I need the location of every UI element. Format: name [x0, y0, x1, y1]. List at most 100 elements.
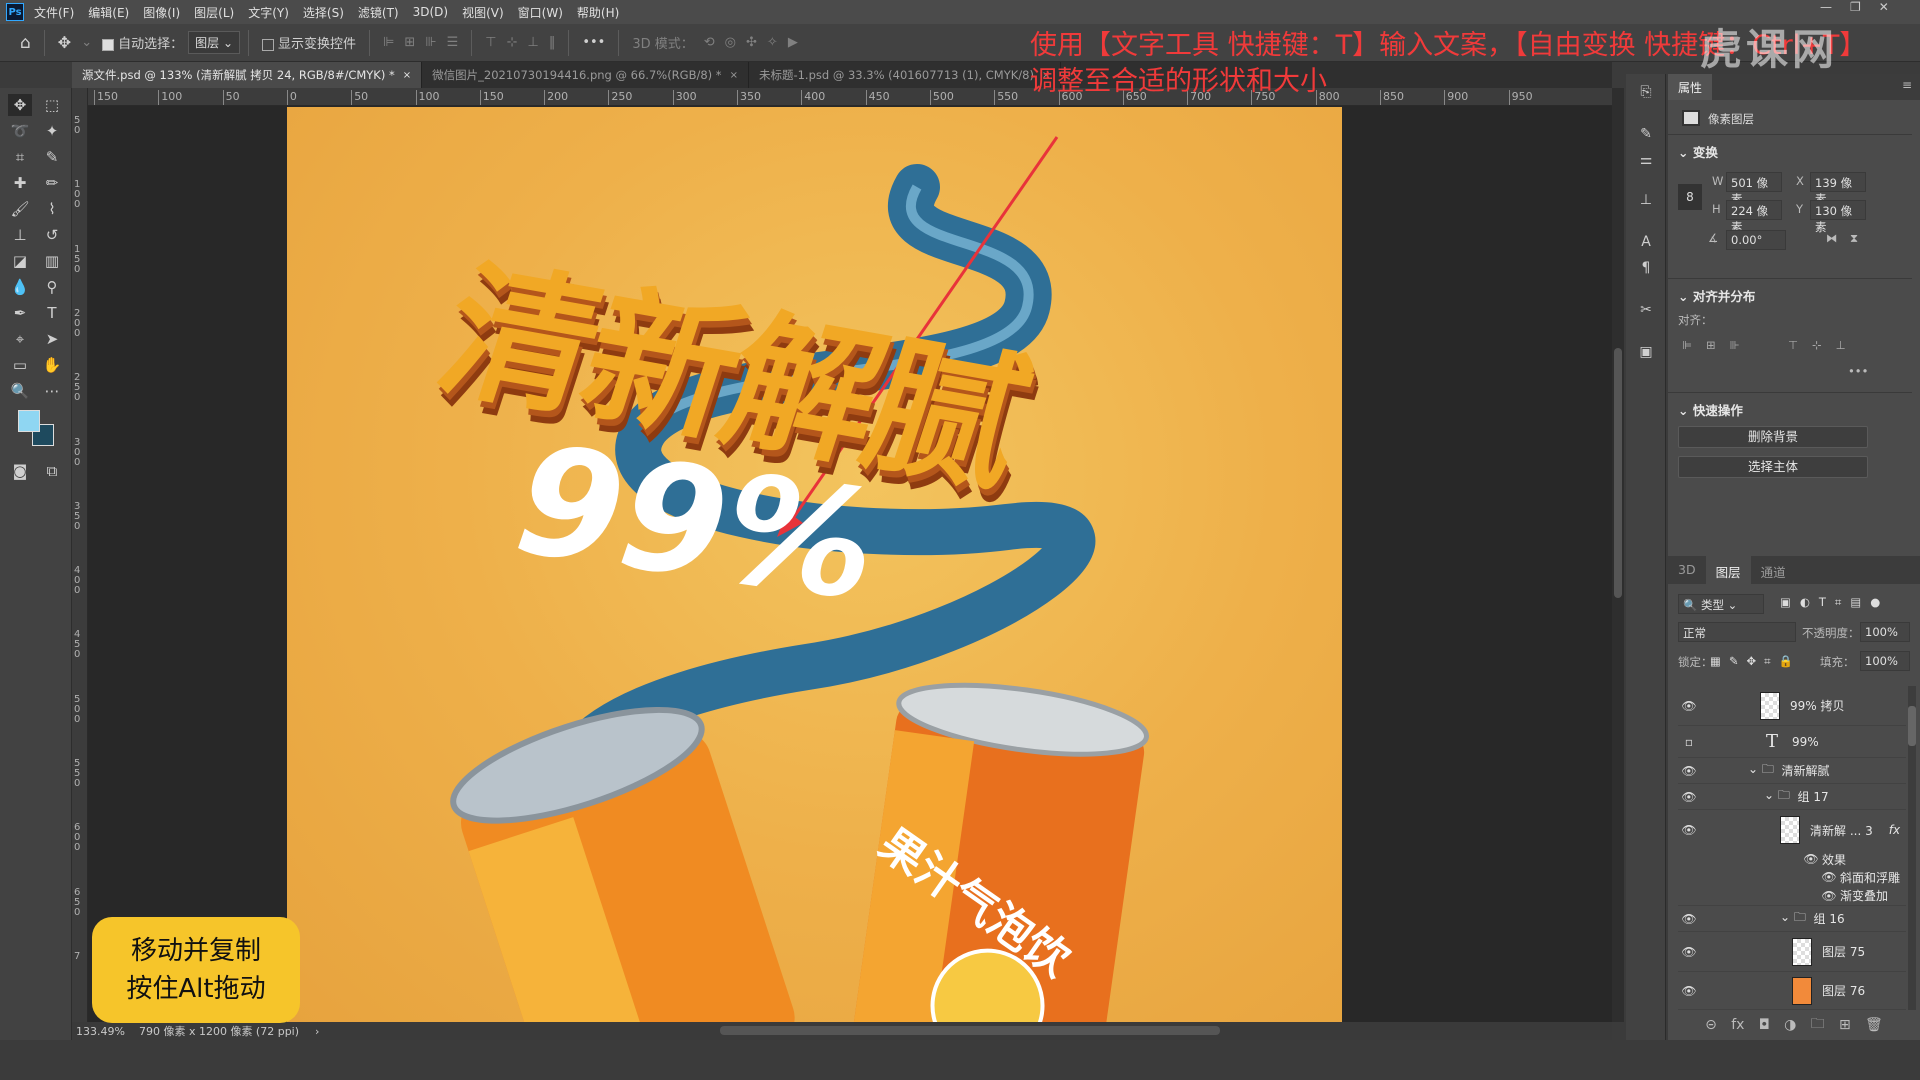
minimize-icon[interactable]: —	[1820, 0, 1832, 14]
crop-tool-icon[interactable]: ⌗	[8, 146, 32, 168]
menu-help[interactable]: 帮助(H)	[577, 4, 619, 21]
chevron-down-icon[interactable]: ⌄	[81, 35, 92, 50]
align-middle-icon[interactable]: ⊹	[507, 35, 518, 50]
select-subject-button[interactable]: 选择主体	[1678, 456, 1868, 478]
vertical-scrollbar[interactable]	[1612, 88, 1624, 1022]
character-icon[interactable]: A	[1636, 234, 1656, 254]
move-tool-icon[interactable]: ✥	[58, 33, 71, 52]
menu-select[interactable]: 选择(S)	[303, 4, 344, 21]
eraser-icon[interactable]: ◪	[8, 250, 32, 272]
menu-image[interactable]: 图像(I)	[143, 4, 180, 21]
panel-menu-icon[interactable]: ≡	[1902, 78, 1912, 92]
home-icon[interactable]: ⌂	[20, 33, 31, 53]
3d-roll-icon[interactable]: ◎	[725, 35, 736, 50]
menu-view[interactable]: 视图(V)	[462, 4, 504, 21]
clone-source-icon[interactable]: ⊥	[1636, 192, 1656, 212]
close-tab-icon[interactable]: ×	[403, 70, 411, 81]
align-left-icon[interactable]: ⊫	[383, 35, 394, 50]
more-align-button[interactable]: •••	[1848, 364, 1868, 378]
layer-row[interactable]: 👁 图层 76	[1678, 972, 1906, 1010]
eyedropper-icon[interactable]: ✎	[40, 146, 64, 168]
brush-settings-icon[interactable]: ✎	[1636, 126, 1656, 146]
show-transform-checkbox[interactable]: 显示变换控件	[262, 33, 356, 52]
layer-row[interactable]: 👁 ⌄ 🗀 组 16	[1678, 906, 1906, 932]
layer-row[interactable]: 👁 ⌄ 🗀 组 17	[1678, 784, 1906, 810]
eye-icon[interactable]: 👁	[1678, 790, 1700, 804]
more-tools-icon[interactable]: ⋯	[40, 380, 64, 402]
menu-window[interactable]: 窗口(W)	[518, 4, 563, 21]
transform-section-title[interactable]: ⌄ 变换	[1678, 142, 1718, 161]
status-arrow[interactable]: ›	[315, 1025, 319, 1038]
angle-field[interactable]: 0.00°	[1726, 230, 1786, 250]
paragraph-icon[interactable]: ¶	[1636, 260, 1656, 280]
gradient-tool-icon[interactable]: ▥	[40, 250, 64, 272]
width-field[interactable]: 501 像素	[1726, 172, 1782, 206]
distribute-icon[interactable]: ☰	[447, 35, 459, 50]
tab-layers[interactable]: 图层	[1705, 556, 1751, 584]
eye-icon[interactable]: 👁	[1678, 912, 1700, 926]
layer-row-selected[interactable]: 👁 清新解 ... 3 fx	[1678, 810, 1906, 850]
3d-orbit-icon[interactable]: ⟲	[704, 35, 715, 50]
screen-mode-icon[interactable]: ⧉	[40, 460, 64, 482]
3d-pan-icon[interactable]: ✣	[746, 35, 757, 50]
tab-properties[interactable]: 属性	[1668, 74, 1713, 100]
menu-layer[interactable]: 图层(L)	[194, 4, 234, 21]
lasso-tool-icon[interactable]: ➰	[8, 120, 32, 142]
layer-filter-dropdown[interactable]: 🔍 类型 ⌄	[1678, 594, 1764, 614]
stamp-tool-icon[interactable]: ⊥	[8, 224, 32, 246]
type-tool-icon[interactable]: T	[40, 302, 64, 324]
eye-icon[interactable]: 👁	[1800, 852, 1822, 866]
close-icon[interactable]: ✕	[1879, 0, 1889, 14]
align-buttons[interactable]: ⊫⊞⊪	[1682, 338, 1754, 352]
eye-icon[interactable]: 👁	[1678, 823, 1700, 837]
align-top-icon[interactable]: ⊤	[485, 35, 496, 50]
x-field[interactable]: 139 像素	[1810, 172, 1866, 206]
marquee-tool-icon[interactable]: ⬚	[40, 94, 64, 116]
layer-row[interactable]: ▫ T 99%	[1678, 726, 1906, 758]
pencil-icon[interactable]: ✏	[40, 172, 64, 194]
eye-icon[interactable]: 👁	[1818, 889, 1840, 903]
menu-edit[interactable]: 编辑(E)	[88, 4, 129, 21]
layer-row[interactable]: 👁 ⌄ 🗀 清新解腻	[1678, 758, 1906, 784]
align-vertical-buttons[interactable]: ⊤⊹⊥	[1788, 338, 1860, 352]
align-right-icon[interactable]: ⊪	[425, 35, 436, 50]
vertical-ruler[interactable]: 50 100 150 200 250 300 350 400 450 500 550 600 650 7	[72, 88, 88, 1022]
brush-icon[interactable]: 🖌	[8, 198, 32, 220]
mixer-brush-icon[interactable]: ⌇	[40, 198, 64, 220]
more-options-button[interactable]: •••	[582, 35, 605, 50]
artwork-canvas[interactable]: 清新解腻 99% 果汁气泡饮	[287, 107, 1342, 1022]
tab-document-1[interactable]: 源文件.psd @ 133% (清新解腻 拷贝 24, RGB/8#/CMYK)…	[72, 62, 423, 88]
tab-3d[interactable]: 3D	[1668, 556, 1706, 584]
lock-icons[interactable]: ▦✎✥⌗🔒	[1710, 654, 1801, 669]
rectangle-tool-icon[interactable]: ▭	[8, 354, 32, 376]
align-center-icon[interactable]: ⊞	[404, 35, 415, 50]
layers-scrollbar[interactable]	[1908, 686, 1916, 1010]
align-section-title[interactable]: ⌄ 对齐并分布	[1678, 286, 1755, 305]
filter-type-icons[interactable]: ▣◐T⌗▤●	[1780, 595, 1889, 610]
new-group-icon[interactable]: 🗀	[1811, 1013, 1825, 1037]
dodge-tool-icon[interactable]: ⚲	[40, 276, 64, 298]
link-icon[interactable]: 8	[1678, 184, 1702, 210]
eye-icon[interactable]: 👁	[1678, 945, 1700, 959]
history-brush-icon[interactable]: ↺	[40, 224, 64, 246]
effects-row[interactable]: 👁 效果	[1678, 850, 1906, 868]
pen-tool-icon[interactable]: ✒	[8, 302, 32, 324]
tab-document-2[interactable]: 微信图片_20210730194416.png @ 66.7%(RGB/8) *…	[422, 62, 749, 88]
close-tab-icon[interactable]: ×	[730, 70, 738, 81]
quick-mask-icon[interactable]: ◙	[8, 460, 32, 482]
y-field[interactable]: 130 像素	[1810, 200, 1866, 234]
flip-vertical-icon[interactable]: ⧗	[1850, 231, 1858, 246]
layer-row[interactable]: 👁 图层 75	[1678, 932, 1906, 972]
fx-icon[interactable]: fx	[1731, 1017, 1744, 1033]
zoom-level[interactable]: 133.49%	[76, 1025, 125, 1038]
auto-select-checkbox[interactable]: 自动选择：	[102, 33, 183, 52]
new-layer-icon[interactable]: ⊞	[1839, 1017, 1851, 1033]
align-bottom-icon[interactable]: ⊥	[527, 35, 538, 50]
menu-type[interactable]: 文字(Y)	[248, 4, 289, 21]
tab-channels[interactable]: 通道	[1751, 556, 1796, 584]
remove-background-button[interactable]: 删除背景	[1678, 426, 1868, 448]
magic-wand-icon[interactable]: ✦	[40, 120, 64, 142]
trash-icon[interactable]: 🗑	[1865, 1017, 1883, 1033]
quick-actions-title[interactable]: ⌄ 快速操作	[1678, 400, 1743, 419]
flip-horizontal-icon[interactable]: ⧓	[1826, 231, 1838, 245]
